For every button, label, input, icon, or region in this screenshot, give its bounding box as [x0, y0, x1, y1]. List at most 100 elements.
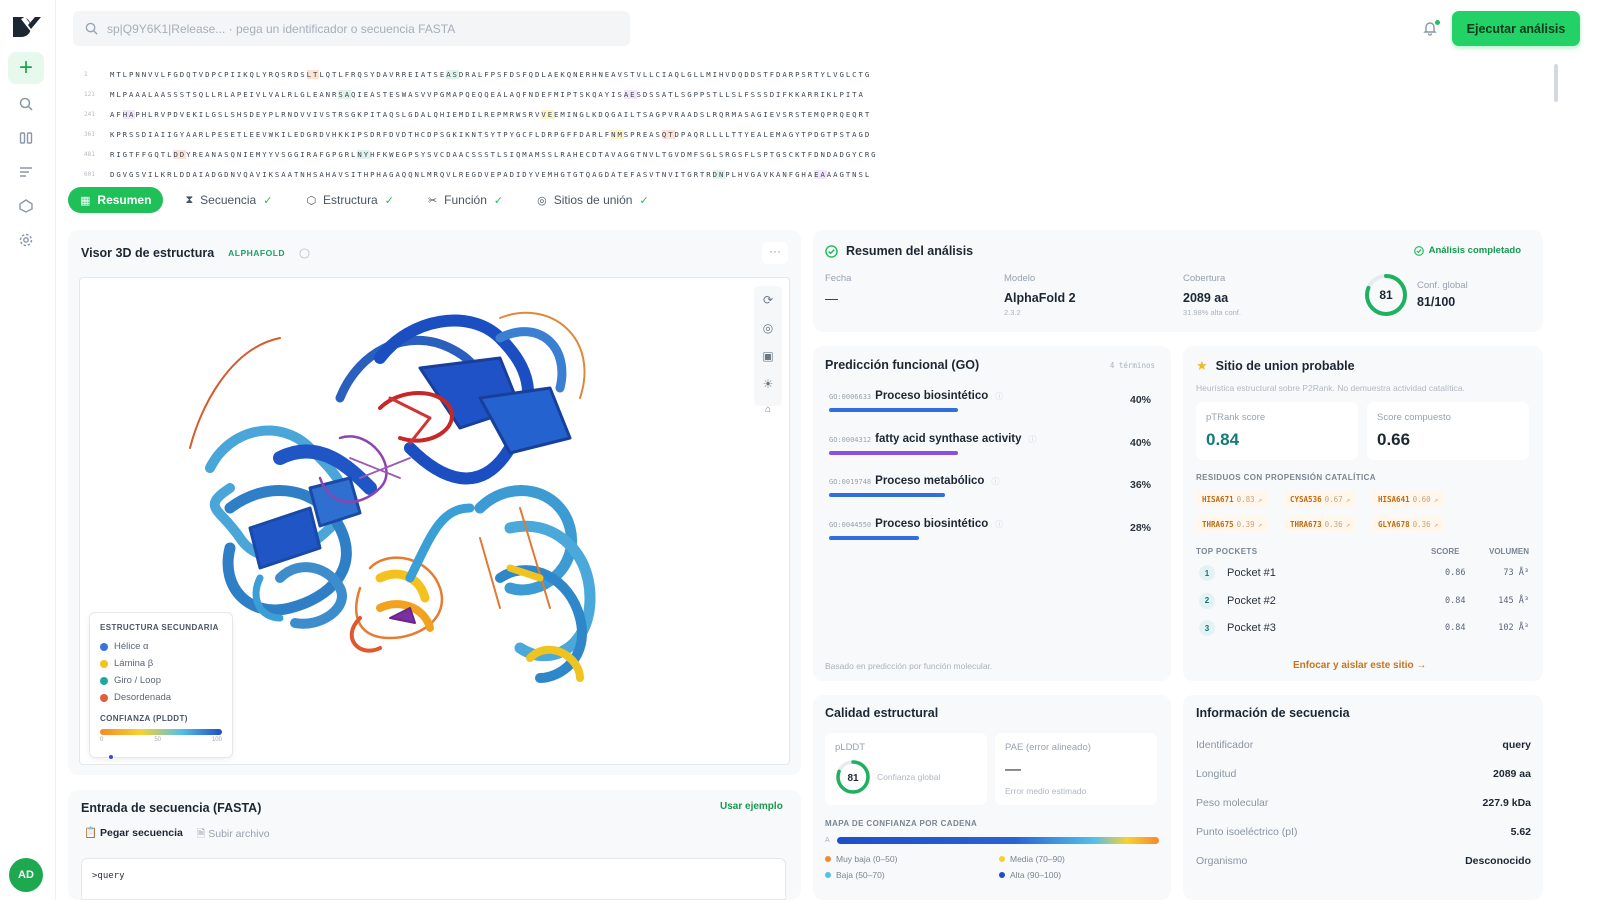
sequence-residues[interactable]: AFHAPHLRVPDVEKILGSLSHSDEYPLRNDVVIVSTRSGK… [110, 109, 871, 119]
use-example-link[interactable]: Usar ejemplo [720, 801, 783, 812]
residue-chip[interactable]: HISA641 0.60 ↗ [1372, 491, 1445, 507]
confidence-legend-item: Media (70–90) [999, 854, 1065, 864]
plddt-sub: Confianza global [877, 772, 941, 782]
go-id: GO:0004312 [829, 435, 872, 444]
info-icon[interactable]: ⓘ [995, 519, 1003, 530]
molecule-canvas[interactable]: ⟳ ◎ ▣ ☀ ⌂ ESTRUCTURA SECUNDARIA Hélice α… [79, 277, 790, 765]
info-icon[interactable]: ⓘ [1029, 434, 1037, 445]
topbar: Ejecutar análisis [56, 0, 1600, 56]
composite-score-box: Score compuesto 0.66 [1367, 402, 1529, 460]
plddt-tick: 100 [211, 737, 222, 743]
sequence-residues[interactable]: KPRSSDIAIIGYAARLPESETLEEVWKILEDGRDVHKKIP… [110, 129, 871, 139]
tab-estructura[interactable]: ⬡ Estructura ✓ [294, 187, 406, 213]
pocket-row[interactable]: 2 Pocket #2 0.84 145 Å³ [1199, 590, 1529, 612]
tab-secuencia[interactable]: ⧗ Secuencia ✓ [173, 187, 284, 213]
paste-sequence-tab[interactable]: 📋 Pegar secuencia [84, 826, 183, 844]
legend-item: Giro / Loop [100, 672, 222, 689]
sequence-row: 361 KPRSSDIAIIGYAARLPESETLEEVWKILEDGRDVHK… [84, 124, 1114, 144]
date-label: Fecha [825, 273, 852, 284]
pocket-row[interactable]: 3 Pocket #3 0.84 102 Å³ [1199, 617, 1529, 639]
settings-gear-icon[interactable] [8, 224, 44, 256]
center-target-icon[interactable]: ◎ [760, 320, 776, 336]
lighting-sun-icon[interactable]: ☀ [760, 376, 776, 392]
info-icon[interactable]: ⓘ [991, 476, 999, 487]
residue-chip[interactable]: HISA671 0.83 ↗ [1196, 491, 1269, 507]
molecule-icon[interactable] [8, 190, 44, 222]
structure-viewer-card: Visor 3D de estructura ALPHAFOLD ··· ⟳ ◎… [68, 230, 801, 775]
residue-score: 0.83 [1236, 494, 1255, 504]
search-box[interactable] [73, 11, 630, 46]
residue-chip[interactable]: THRA675 0.39 ↗ [1196, 516, 1269, 532]
go-term[interactable]: GO:0019748 Proceso metabólico ⓘ 36% [829, 475, 1155, 517]
tab-check-icon: ✓ [263, 194, 273, 207]
fasta-textarea[interactable]: >query [81, 858, 786, 900]
upload-file-tab[interactable]: 🗎 Subir archivo [197, 826, 270, 844]
sequence-row: 481 RIGTFFGQTLDDYREANASQNIEMYYVSGGIRAFGPG… [84, 144, 1114, 164]
global-conf-label: Conf. global [1417, 280, 1468, 291]
composite-label: Score compuesto [1377, 412, 1451, 423]
star-icon: ★ [1196, 358, 1208, 373]
go-name: Proceso metabólico [875, 475, 985, 487]
sequence-residues[interactable]: MTLPNNVVLFGDQTVDPCPIIKQLYRQSRDSLTLQTLFRQ… [110, 69, 871, 79]
legend-label: Baja (50–70) [836, 870, 885, 880]
status-badge: Análisis completado [1428, 245, 1521, 256]
viewer-more-button[interactable]: ··· [762, 242, 788, 264]
pocket-row[interactable]: 1 Pocket #1 0.86 73 Å³ [1199, 562, 1529, 584]
info-icon[interactable]: ⓘ [995, 391, 1003, 402]
focus-site-link[interactable]: Enfocar y aislar este sitio → [1293, 660, 1426, 671]
global-confidence-ring: 81 [1365, 274, 1407, 316]
go-term[interactable]: GO:0004312 fatty acid synthase activity ⓘ 4… [829, 433, 1155, 475]
run-analysis-button[interactable]: Ejecutar análisis [1452, 11, 1580, 46]
library-icon[interactable] [8, 122, 44, 154]
legend-dot [100, 693, 108, 702]
notifications-bell-icon[interactable] [1422, 20, 1440, 38]
confidence-legend-item: Baja (50–70) [825, 870, 885, 880]
quality-title: Calidad estructural [825, 706, 939, 720]
user-avatar[interactable]: AD [9, 858, 43, 892]
go-term[interactable]: GO:0006633 Proceso biosintético ⓘ 40% [829, 390, 1155, 432]
date-value: — [825, 291, 838, 306]
rotate-icon[interactable]: ⟳ [760, 292, 776, 308]
sequence-row: 601 DGVGSVILKRLDDAIADGDNVQAVIKSAATNHSAHAV… [84, 164, 1114, 184]
screenshot-icon[interactable]: ▣ [760, 348, 776, 364]
go-bar [829, 450, 958, 455]
global-conf-value: 81/100 [1417, 295, 1456, 309]
search-input[interactable] [107, 21, 607, 36]
pocket-name: Pocket #3 [1227, 622, 1276, 634]
legend-item: Desordenada [100, 689, 222, 706]
gamepad-icon[interactable]: ⌂ [760, 402, 776, 416]
composite-value: 0.66 [1377, 430, 1411, 449]
search-nav-icon[interactable] [8, 88, 44, 120]
residue-chip[interactable]: CYSA536 0.67 ↗ [1284, 491, 1357, 507]
legend-title: ESTRUCTURA SECUNDARIA [100, 623, 219, 632]
fasta-title: Entrada de secuencia (FASTA) [81, 801, 262, 815]
legend-dot [825, 872, 831, 878]
new-analysis-button[interactable]: + [8, 52, 44, 84]
list-icon[interactable] [8, 156, 44, 188]
legend-dot [100, 676, 108, 685]
pocket-rank: 2 [1199, 592, 1215, 609]
app-logo[interactable] [12, 16, 42, 38]
go-bar [829, 493, 945, 497]
go-id: GO:0044550 [829, 520, 872, 529]
residue-chip[interactable]: GLYA678 0.36 ↗ [1372, 516, 1445, 532]
p2rank-score-box: pTRank score 0.84 [1196, 402, 1358, 460]
sequence-residues[interactable]: RIGTFFGQTLDDYREANASQNIEMYYVSGGIRAFGPGRLN… [110, 149, 878, 159]
chain-confidence-bar[interactable] [837, 837, 1159, 844]
sequence-residues[interactable]: MLPAAALAASSSTSQLLRLAPEIVLVALRLGLEANRSAQI… [110, 89, 865, 99]
tab-sitios-union[interactable]: ◎ Sitios de unión ✓ [525, 187, 661, 213]
residue-chip[interactable]: THRA673 0.36 ↗ [1284, 516, 1357, 532]
sequence-residues[interactable]: DGVGSVILKRLDDAIADGDNVQAVIKSAATNHSAHAVSIT… [110, 169, 871, 179]
go-term[interactable]: GO:0044550 Proceso biosintético ⓘ 28% [829, 518, 1155, 560]
volume-header: VOLUMEN [1489, 547, 1529, 556]
external-link-icon: ↗ [1433, 494, 1439, 504]
tab-icon: ⬡ [306, 194, 317, 207]
tab-funcion[interactable]: ✂ Función ✓ [416, 187, 515, 213]
info-row: Punto isoeléctrico (pI) 5.62 [1196, 822, 1531, 842]
tab-resumen[interactable]: ▦ Resumen [68, 187, 164, 213]
pocket-score: 0.84 [1445, 595, 1466, 606]
info-icon[interactable] [299, 247, 310, 259]
legend-label: Lámina β [114, 658, 154, 669]
sequence-scrollbar[interactable] [1553, 58, 1559, 178]
model-label: Modelo [1004, 273, 1036, 284]
